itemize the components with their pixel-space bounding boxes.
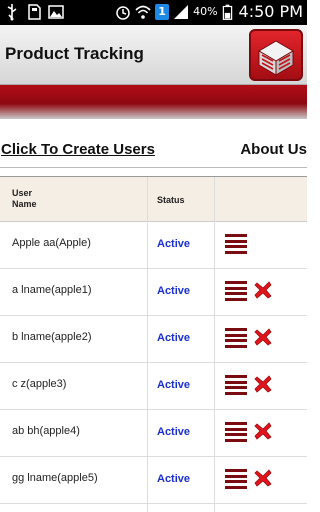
menu-icon-bar [225,292,247,295]
product-box-icon[interactable] [249,29,303,81]
delete-icon[interactable] [253,374,273,394]
menu-icon[interactable] [225,422,247,442]
menu-icon-bar [225,297,247,301]
menu-icon[interactable] [225,328,247,348]
user-name-cell: c z(apple3) [12,378,67,390]
table-row[interactable]: c z(apple3) Active [0,363,307,410]
page-title: Product Tracking [5,44,144,63]
sync-badge-icon: 1 [155,3,170,20]
status-cell: Active [157,379,191,391]
wifi-icon [135,5,151,19]
system-icons: 1 40% 4:50 PM [115,2,303,21]
menu-icon-bar [225,391,247,395]
create-users-link[interactable]: Click To Create Users [1,141,155,158]
user-name-cell: a lname(apple1) [12,284,92,296]
table-row[interactable]: ab bh(apple4) Active [0,410,307,457]
menu-icon-bar [225,380,247,384]
table-row[interactable]: a lname(apple1) Active [0,269,307,316]
user-name-cell: gg lname(apple5) [12,472,98,484]
menu-icon-bar [225,333,247,337]
menu-icon-bar [225,375,247,378]
menu-icon-bar [225,480,247,483]
menu-icon-bar [225,239,247,243]
status-cell: Active [157,426,191,438]
delete-icon[interactable] [253,280,273,300]
image-icon [48,5,64,19]
notification-icons [4,3,64,21]
status-cell: Active [157,473,191,485]
table-row[interactable]: Apple aa(Apple) Active [0,222,307,269]
menu-icon-bar [225,286,247,290]
status-cell: Active [157,238,191,250]
menu-icon[interactable] [225,281,247,301]
about-us-link[interactable]: About Us [240,141,307,158]
menu-icon-bar [225,328,247,331]
users-table: User Name Status Apple aa(Apple) Active a … [0,176,307,512]
delete-icon[interactable] [253,327,273,347]
clock: 4:50 PM [238,2,303,21]
menu-icon[interactable] [225,375,247,395]
delete-icon[interactable] [253,468,273,488]
status-cell: Active [157,332,191,344]
product-box-graphic [258,40,294,76]
user-name-cell: Apple aa(Apple) [12,237,91,249]
menu-icon-bar [225,386,247,389]
sd-card-icon [28,4,41,20]
menu-icon-bar [225,469,247,472]
status-cell: Active [157,285,191,297]
app-header: Product Tracking [0,25,307,85]
menu-icon[interactable] [225,469,247,489]
user-name-cell: b lname(apple2) [12,331,92,343]
menu-icon-bar [225,234,247,237]
header-accent-band [0,85,307,119]
menu-icon-bar [225,344,247,348]
table-row[interactable]: gg lname(apple5) Active [0,457,307,504]
table-header: User Name Status [0,177,307,222]
user-name-cell: ab bh(apple4) [12,425,80,437]
status-bar: 1 40% 4:50 PM [0,0,307,25]
menu-icon-bar [225,474,247,478]
alarm-icon [116,5,130,20]
menu-icon-bar [225,245,247,248]
usb-icon [7,4,17,21]
menu-icon-bar [225,339,247,342]
menu-icon[interactable] [225,234,247,254]
battery-percent: 40% [193,5,218,18]
delete-icon[interactable] [253,421,273,441]
menu-icon-bar [225,438,247,442]
menu-icon-bar [225,427,247,431]
signal-icon [174,4,189,19]
divider [0,167,307,168]
table-row[interactable]: b lname(apple2) Active [0,316,307,363]
menu-icon-bar [225,422,247,425]
battery-icon [222,4,232,20]
menu-icon-bar [225,250,247,254]
menu-icon-bar [225,433,247,436]
menu-icon-bar [225,485,247,489]
menu-icon-bar [225,281,247,284]
